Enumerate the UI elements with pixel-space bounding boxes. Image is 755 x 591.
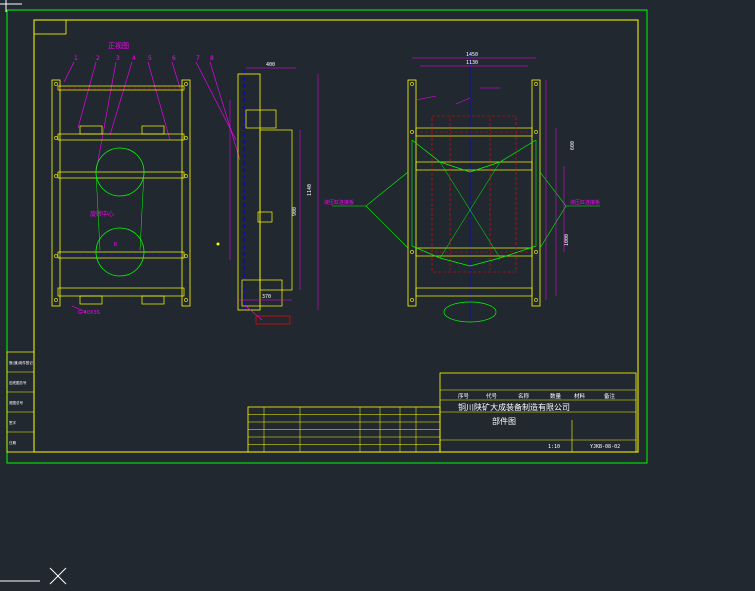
- tb-header-3: 数量: [550, 392, 562, 400]
- view-title: 正视图: [108, 41, 129, 50]
- svg-text:液压缸连接板: 液压缸连接板: [570, 199, 600, 206]
- drawing-canvas[interactable]: 借(通)用件登记旧底图总号底图总号签字日期 正视图 1 2 3 4 5 6 7 8 旋转中心 …: [0, 0, 755, 591]
- side-tab-3: 签字: [9, 420, 16, 425]
- bolt-hole: [184, 254, 188, 258]
- left-leader-note: G-40X3S: [78, 310, 100, 316]
- side-tab-0: 借(通)用件登记: [9, 360, 33, 365]
- bolt-hole: [54, 82, 58, 86]
- bolt-hole: [54, 136, 58, 140]
- dim-side-top: 400: [266, 62, 275, 68]
- side-registration-tabs: 借(通)用件登记旧底图总号底图总号签字日期: [6, 351, 35, 453]
- parts-list-table: [247, 406, 441, 453]
- bolt-hole: [534, 82, 538, 86]
- company-name: 铜川陕矿大成装备制造有限公司: [458, 402, 570, 412]
- ucs-icon: [0, 567, 67, 585]
- tb-header-0: 序号: [458, 392, 470, 400]
- balloon-8: 8: [210, 55, 214, 62]
- balloon-5: 5: [148, 55, 152, 62]
- balloon-1: 1: [74, 55, 78, 62]
- plan-view: 液压缸连接板 液压缸连接板 1450 1130 1000 600: [324, 52, 600, 323]
- bolt-hole: [184, 174, 188, 178]
- bolt-hole: [534, 250, 538, 254]
- bolt-hole: [54, 254, 58, 258]
- bolt-holes: [54, 82, 188, 302]
- title-block: 铜川陕矿大成装备制造有限公司 部件图 YJKB-08-02 1:10 序号 代号…: [439, 372, 637, 453]
- dim-side-height: 1140: [307, 184, 313, 196]
- bolt-hole: [410, 130, 414, 134]
- side-tab-2: 底图总号: [9, 400, 23, 405]
- bolt-hole: [534, 130, 538, 134]
- tb-header-1: 代号: [486, 392, 498, 400]
- bolt-hole: [184, 82, 188, 86]
- balloon-7: 7: [196, 55, 200, 62]
- balloon-4: 4: [132, 55, 136, 62]
- bolt-hole: [54, 298, 58, 302]
- bolt-hole: [410, 298, 414, 302]
- dim-side-h2: 900: [292, 207, 298, 216]
- bolt-hole: [184, 136, 188, 140]
- drawing-number: YJKB-08-02: [590, 444, 620, 450]
- svg-text:R: R: [114, 242, 118, 248]
- tb-header-2: 名称: [518, 392, 530, 400]
- dim-r-h2: 600: [570, 141, 576, 150]
- balloon-3: 3: [116, 55, 120, 62]
- tb-header-5: 备注: [604, 392, 616, 400]
- sheet-title: 部件图: [492, 416, 516, 426]
- bolt-hole: [410, 82, 414, 86]
- center-label: 旋转中心: [90, 210, 114, 218]
- front-view: 正视图 1 2 3 4 5 6 7 8 旋转中心 R G-40X3S: [51, 41, 241, 316]
- balloon-6: 6: [172, 55, 176, 62]
- svg-text:液压缸连接板: 液压缸连接板: [324, 199, 354, 206]
- side-view: 400 1140 900 370: [216, 62, 319, 325]
- dim-top-width: 1450: [466, 52, 478, 58]
- bolt-hole: [534, 298, 538, 302]
- bolt-hole: [54, 174, 58, 178]
- dim-inner-width: 1130: [466, 60, 478, 66]
- dim-r-height: 1000: [564, 234, 570, 246]
- bolt-hole: [410, 250, 414, 254]
- plan-bolt-holes: [410, 82, 538, 302]
- tb-header-4: 材料: [574, 392, 586, 400]
- side-tab-4: 日期: [9, 440, 16, 445]
- scale: 1:10: [548, 444, 560, 450]
- bolt-hole: [184, 298, 188, 302]
- balloon-2: 2: [96, 55, 100, 62]
- side-tab-1: 旧底图总号: [9, 380, 27, 385]
- part-balloons: 1 2 3 4 5 6 7 8: [74, 55, 214, 62]
- dim-bottom: 370: [262, 294, 271, 300]
- cad-viewport[interactable]: 借(通)用件登记 旧底图总号 底图总号 签字 日期 正视图 1 2 3 4 5 6 7 8 旋…: [0, 0, 755, 591]
- code-box: [33, 19, 67, 35]
